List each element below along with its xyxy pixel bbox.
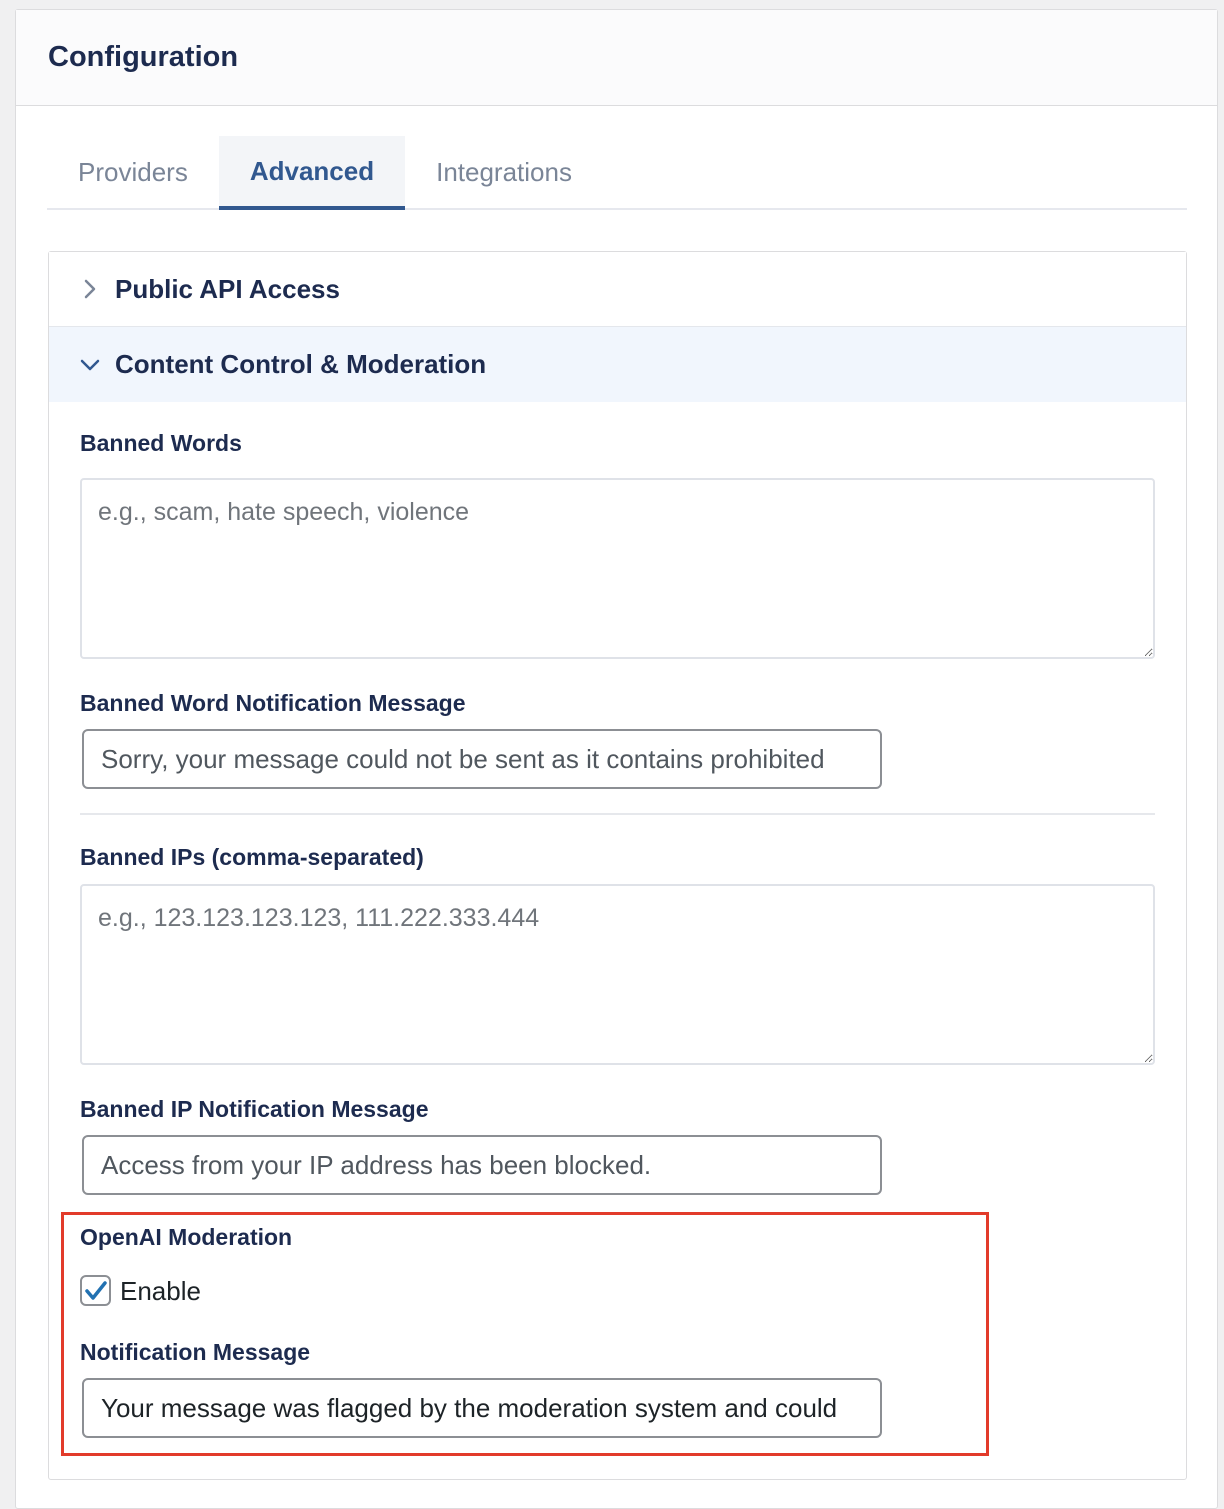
banned-ips-textarea[interactable] <box>80 884 1155 1065</box>
settings-accordion: Public API Access Content Control & Mode… <box>48 251 1187 1480</box>
checkmark-icon <box>84 1280 107 1300</box>
openai-moderation-label: OpenAI Moderation <box>80 1224 293 1250</box>
section-title: Public API Access <box>115 273 340 304</box>
tab-bar: Providers Advanced Integrations <box>47 136 1187 210</box>
section-title: Content Control & Moderation <box>115 349 487 379</box>
tab-providers[interactable]: Providers <box>47 136 219 208</box>
banned-words-textarea[interactable] <box>80 478 1155 659</box>
notification-message-label: Notification Message <box>80 1339 311 1365</box>
chevron-down-icon <box>79 354 101 376</box>
configuration-panel: Configuration Providers Advanced Integra… <box>15 9 1218 1509</box>
banned-ips-label: Banned IPs (comma-separated) <box>80 844 424 870</box>
banned-ip-message-input[interactable] <box>82 1135 882 1195</box>
page-title: Configuration <box>48 41 239 73</box>
banned-ip-message-label: Banned IP Notification Message <box>80 1096 429 1122</box>
enable-moderation-checkbox[interactable] <box>80 1275 111 1306</box>
chevron-right-icon <box>79 278 101 300</box>
divider <box>80 813 1155 815</box>
tab-integrations[interactable]: Integrations <box>405 136 603 208</box>
tab-advanced[interactable]: Advanced <box>218 136 406 210</box>
banned-word-message-label: Banned Word Notification Message <box>80 690 466 716</box>
banned-word-message-input[interactable] <box>82 729 882 789</box>
panel-header: Configuration <box>16 10 1217 106</box>
banned-words-label: Banned Words <box>80 430 242 456</box>
enable-label[interactable]: Enable <box>120 1276 201 1307</box>
section-content-control[interactable]: Content Control & Moderation <box>49 327 1186 402</box>
notification-message-input[interactable] <box>82 1378 882 1438</box>
section-public-api-access[interactable]: Public API Access <box>49 252 1186 327</box>
